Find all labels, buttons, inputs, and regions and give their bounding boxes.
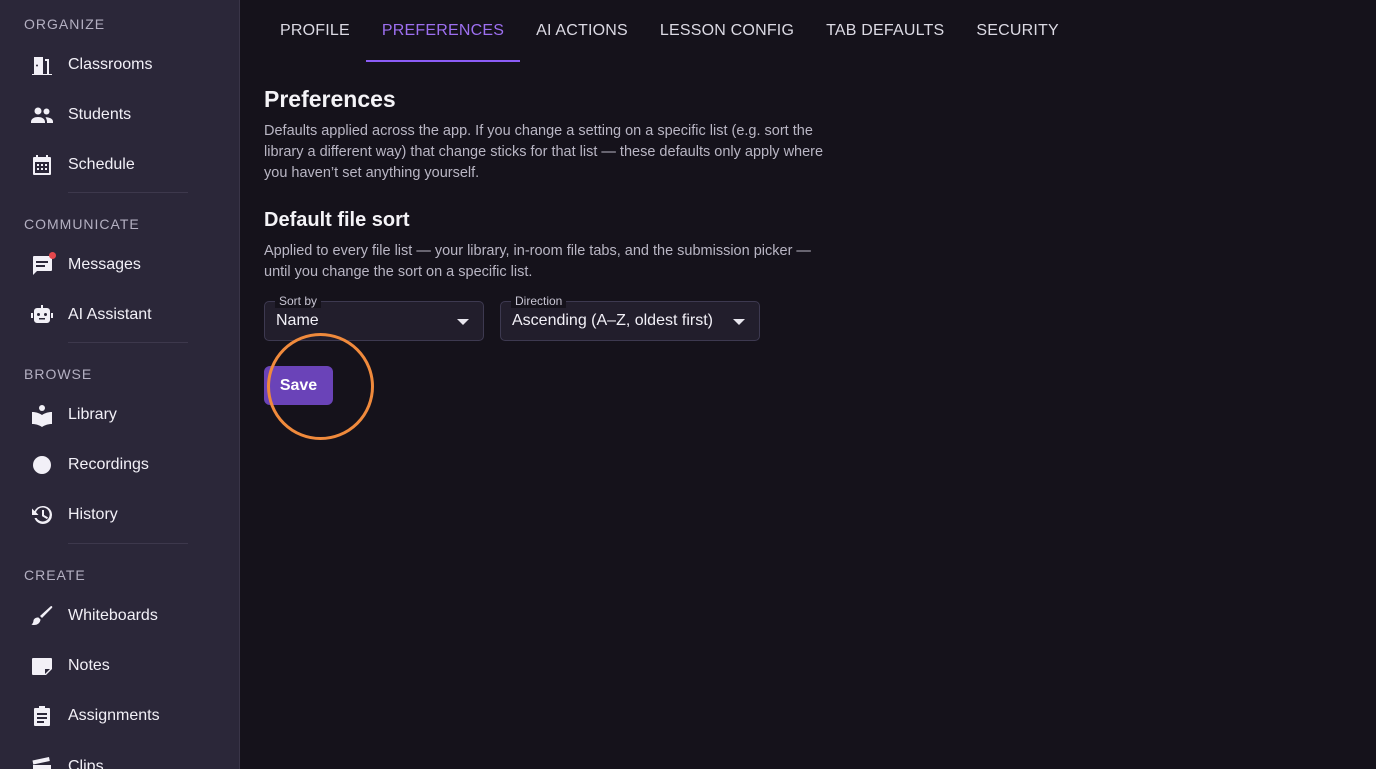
chat-icon [29, 252, 56, 278]
sidebar-item-schedule[interactable]: Schedule [0, 142, 239, 188]
sort-by-label: Sort by [275, 294, 322, 308]
sidebar-item-classrooms[interactable]: Classrooms [0, 42, 239, 88]
sidebar-item-recordings[interactable]: Recordings [0, 442, 239, 488]
sidebar-item-history[interactable]: History [0, 492, 239, 538]
app-root: ORGANIZE Classrooms Students Schedule COMMUN… [0, 0, 1376, 769]
sort-by-select[interactable]: Sort by Name [264, 294, 484, 341]
section-header-organize: ORGANIZE [24, 16, 106, 32]
sidebar-item-label: Schedule [68, 156, 135, 174]
tab-lesson-config[interactable]: LESSON CONFIG [644, 0, 810, 62]
sidebar-item-label: Library [68, 406, 117, 423]
sidebar-item-library[interactable]: Library [0, 392, 239, 438]
sort-by-value: Name [276, 312, 319, 329]
chevron-down-icon [733, 319, 745, 325]
robot-icon [29, 302, 55, 328]
note-icon [29, 653, 55, 679]
sidebar-item-label: Recordings [68, 456, 149, 474]
sidebar-item-label: History [68, 506, 118, 524]
direction-select[interactable]: Direction Ascending (A–Z, oldest first) [500, 294, 760, 341]
sidebar: ORGANIZE Classrooms Students Schedule COMMUN… [0, 0, 240, 769]
sidebar-item-ai-assistant[interactable]: AI Assistant [0, 292, 239, 338]
sidebar-item-label: Messages [68, 256, 141, 273]
section-divider [68, 192, 188, 193]
sidebar-item-students[interactable]: Students [0, 92, 239, 138]
save-button[interactable]: Save [264, 366, 333, 405]
sidebar-item-label: Assignments [68, 707, 160, 725]
tab-profile[interactable]: PROFILE [264, 0, 366, 62]
tab-ai-actions[interactable]: AI ACTIONS [520, 0, 644, 62]
page-description: Defaults applied across the app. If you … [264, 123, 824, 181]
book-icon [29, 402, 55, 428]
sidebar-item-whiteboards[interactable]: Whiteboards [0, 593, 239, 639]
page-title: Preferences [264, 86, 396, 112]
sidebar-item-notes[interactable]: Notes [0, 643, 239, 689]
sidebar-item-assignments[interactable]: Assignments [0, 693, 239, 739]
people-icon [29, 102, 55, 128]
section-header-communicate: COMMUNICATE [24, 216, 140, 232]
sidebar-item-label: Whiteboards [68, 607, 158, 624]
brush-icon [29, 603, 55, 629]
sidebar-item-label: Students [68, 106, 132, 124]
section-header-browse: BROWSE [24, 366, 93, 382]
history-icon [29, 502, 55, 528]
calendar-icon [29, 152, 55, 178]
sidebar-item-messages[interactable]: Messages [0, 242, 239, 288]
chevron-down-icon [457, 319, 469, 325]
sidebar-item-label: Notes [68, 657, 110, 675]
section-divider [68, 342, 188, 343]
sidebar-item-clips[interactable]: Clips [0, 744, 239, 769]
direction-value: Ascending (A–Z, oldest first) [512, 312, 713, 329]
clapper-icon [29, 754, 55, 769]
door-icon [29, 52, 55, 78]
section-divider [68, 543, 188, 544]
unread-badge [49, 252, 56, 259]
clipboard-icon [29, 703, 55, 729]
settings-main: PROFILE PREFERENCES AI ACTIONS LESSON CONFI… [240, 0, 1376, 769]
direction-label: Direction [511, 294, 567, 308]
sidebar-item-label: Classrooms [68, 56, 153, 73]
settings-tabs: PROFILE PREFERENCES AI ACTIONS LESSON CONFI… [264, 0, 1075, 62]
sidebar-item-label: Clips [68, 757, 104, 769]
tab-preferences[interactable]: PREFERENCES [365, 0, 521, 62]
tab-tab-defaults[interactable]: TAB DEFAULTS [810, 0, 960, 62]
file-sort-description: Applied to every file list — your librar… [264, 243, 811, 280]
file-sort-title: Default file sort [264, 209, 410, 231]
record-icon [29, 452, 55, 478]
section-header-create: CREATE [24, 567, 86, 583]
sidebar-item-label: AI Assistant [68, 306, 152, 324]
tab-security[interactable]: SECURITY [960, 0, 1075, 62]
